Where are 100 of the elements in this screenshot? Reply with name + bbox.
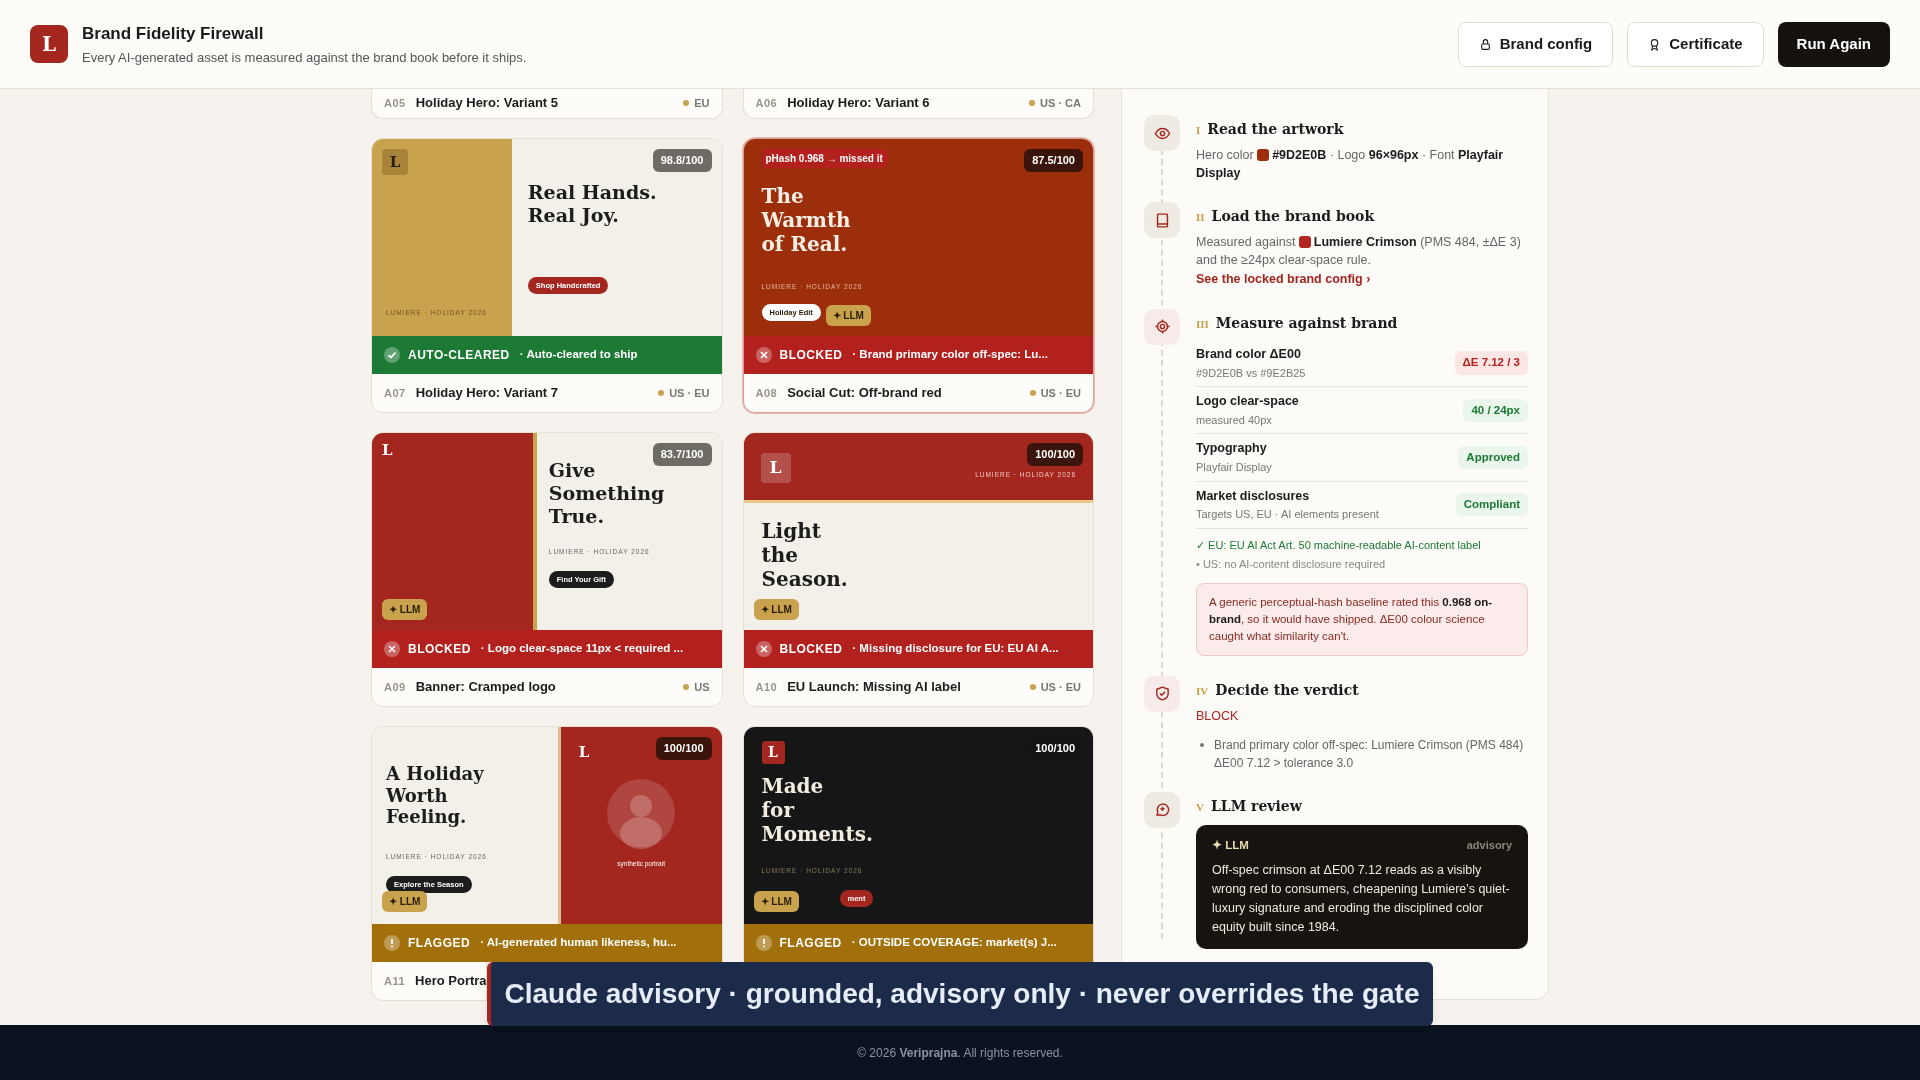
verdict-text: BLOCK	[1196, 707, 1240, 725]
check-label: Market disclosures	[1196, 487, 1311, 505]
score-badge: 100/100	[1027, 443, 1083, 466]
step-title: Read the artwork	[1207, 120, 1344, 139]
status-label: FLAGGED	[408, 935, 471, 952]
ad-headline: A Holiday Worth Feeling.	[386, 763, 485, 828]
step-title: Decide the verdict	[1215, 680, 1359, 700]
app-logo: L	[30, 25, 68, 63]
check-label: Logo clear-space	[1196, 393, 1299, 410]
asset-markets: US · EU	[1040, 385, 1081, 401]
close-icon	[755, 347, 772, 363]
status-reason: · Logo clear-space 11px < required ...	[480, 641, 684, 657]
disclosure-note: • US: no AI-content disclosure required	[1196, 557, 1387, 573]
step-title: Load the brand book	[1211, 207, 1375, 226]
llm-label: ✦ LLM	[1212, 837, 1249, 853]
brand-logo: L	[382, 149, 408, 175]
asset-markets: US	[694, 679, 710, 695]
brand-logo: L	[760, 453, 791, 483]
status-reason: · AI-generated human likeness, hu...	[480, 935, 677, 951]
step-numeral: III	[1196, 316, 1209, 332]
brand-logo: L	[761, 741, 785, 764]
app-title: Brand Fidelity Firewall	[82, 22, 265, 45]
caption-toast: Claude advisory · grounded, advisory only · never overrides the gate	[487, 962, 1433, 1026]
step-numeral: IV	[1196, 683, 1209, 699]
check-label: Typography	[1196, 440, 1268, 458]
llm-badge: ✦ LLM	[753, 891, 799, 912]
ad-headline: Made for Moments.	[761, 774, 874, 846]
asset-id: A07	[384, 385, 406, 401]
asset-title: Holiday Hero: Variant 7	[415, 384, 558, 403]
step-numeral: I	[1196, 123, 1201, 138]
asset-id: A06	[755, 95, 778, 111]
score-badge: 87.5/100	[1024, 149, 1083, 172]
check-detail: Playfair Display	[1196, 460, 1272, 475]
score-badge: 98.8/100	[652, 149, 712, 172]
score-badge: 100/100	[655, 737, 712, 760]
asset-title: Hero Portra	[415, 972, 486, 991]
brand-logo: L	[578, 742, 590, 763]
check-result: 40 / 24px	[1463, 398, 1528, 422]
ad-headline: Light the Season.	[761, 519, 849, 591]
step-detail: Hero color #9D2E0B · Logo 96×96px · Font Playfair Display	[1196, 147, 1505, 182]
step-numeral: V	[1196, 799, 1204, 815]
asset-card[interactable]: A05 Holiday Hero: Variant 5 EU	[371, 89, 723, 119]
step-numeral: II	[1196, 210, 1205, 225]
baseline-callout: A generic perceptual-hash baseline rated this 0.968 on-brand, so it would have shipped. ΔE00 colour science caught what similarity can't.	[1196, 582, 1528, 656]
warning-icon	[384, 935, 400, 951]
llm-badge: ✦ LLM	[382, 891, 428, 912]
copyright-text: © 2026 Veriprajna. All rights reserved.	[857, 1044, 1063, 1062]
brand-config-button[interactable]: Brand config	[1457, 21, 1614, 67]
step-title: Measure against brand	[1215, 313, 1398, 333]
status-label: FLAGGED	[779, 935, 842, 952]
asset-card[interactable]: A06 Holiday Hero: Variant 6 US · CA	[742, 89, 1094, 119]
asset-id: A09	[384, 679, 406, 695]
asset-title: Holiday Hero: Variant 5	[415, 94, 558, 113]
phash-tag: pHash 0.968 → missed it	[761, 149, 887, 168]
status-label: BLOCKED	[408, 641, 471, 658]
target-icon	[1144, 308, 1180, 345]
check-detail: #9D2E0B vs #9E2B25	[1196, 365, 1306, 381]
asset-markets: US · CA	[1040, 95, 1081, 111]
status-label: AUTO-CLEARED	[408, 347, 510, 364]
llm-badge: ✦ LLM	[382, 599, 428, 620]
close-icon	[755, 641, 772, 657]
asset-markets: EU	[694, 95, 710, 111]
status-reason: · Missing disclosure for EU: EU AI A...	[852, 641, 1059, 657]
chat-icon	[1144, 791, 1180, 828]
step-detail: Measured against Lumiere Crimson (PMS 484, ±ΔE 3) and the ≥24px clear-space rule.	[1196, 234, 1522, 269]
advisory-tag: advisory	[1466, 836, 1512, 854]
brand-config-link[interactable]: See the locked brand config ›	[1196, 270, 1528, 289]
warning-icon	[755, 935, 772, 951]
status-label: BLOCKED	[779, 347, 843, 364]
eye-icon	[1144, 115, 1180, 151]
verdict-reason: Brand primary color off-spec: Lumiere Crimson (PMS 484) ΔE00 7.12 > tolerance 3.0	[1214, 736, 1525, 772]
asset-markets: US · EU	[1040, 679, 1081, 695]
asset-title: Banner: Cramped logo	[415, 678, 556, 697]
shield-icon	[1144, 675, 1180, 712]
status-reason: · Brand primary color off-spec: Lu...	[852, 347, 1048, 363]
certificate-button[interactable]: Certificate	[1627, 21, 1764, 67]
status-label: BLOCKED	[779, 641, 843, 658]
check-result: ΔE 7.12 / 3	[1454, 351, 1528, 375]
asset-title: Social Cut: Off-brand red	[787, 384, 942, 403]
asset-title: Holiday Hero: Variant 6	[787, 94, 930, 113]
lock-icon	[1478, 37, 1492, 51]
check-result: Compliant	[1455, 493, 1528, 517]
ad-headline: Real Hands. Real Joy.	[527, 181, 658, 227]
asset-id: A05	[384, 95, 406, 111]
status-reason: · OUTSIDE COVERAGE: market(s) J...	[851, 935, 1057, 951]
close-icon	[384, 641, 400, 657]
asset-id: A08	[755, 385, 778, 401]
brand-logo: L	[382, 440, 393, 461]
asset-title: EU Launch: Missing AI label	[787, 678, 961, 697]
ad-headline: The Warmth of Real.	[761, 184, 852, 256]
run-again-button[interactable]: Run Again	[1777, 21, 1890, 67]
asset-id: A10	[755, 679, 778, 695]
asset-id: A11	[384, 973, 406, 989]
check-detail: measured 40px	[1196, 412, 1273, 428]
disclosure-note: ✓ EU: EU AI Act Art. 50 machine-readable AI-content label	[1196, 537, 1482, 553]
check-label: Brand color ΔE00	[1196, 345, 1302, 363]
app-subtitle: Every AI-generated asset is measured against the brand book before it ships.	[82, 49, 527, 67]
llm-review-text: Off-spec crimson at ΔE00 7.12 reads as a visibly wrong red to consumers, cheapening Lumiere's quiet-luxury signature and eroding the disciplined color equity built since 1984.	[1212, 861, 1511, 936]
score-badge: 83.7/100	[652, 443, 712, 466]
asset-markets: US · EU	[669, 385, 710, 401]
